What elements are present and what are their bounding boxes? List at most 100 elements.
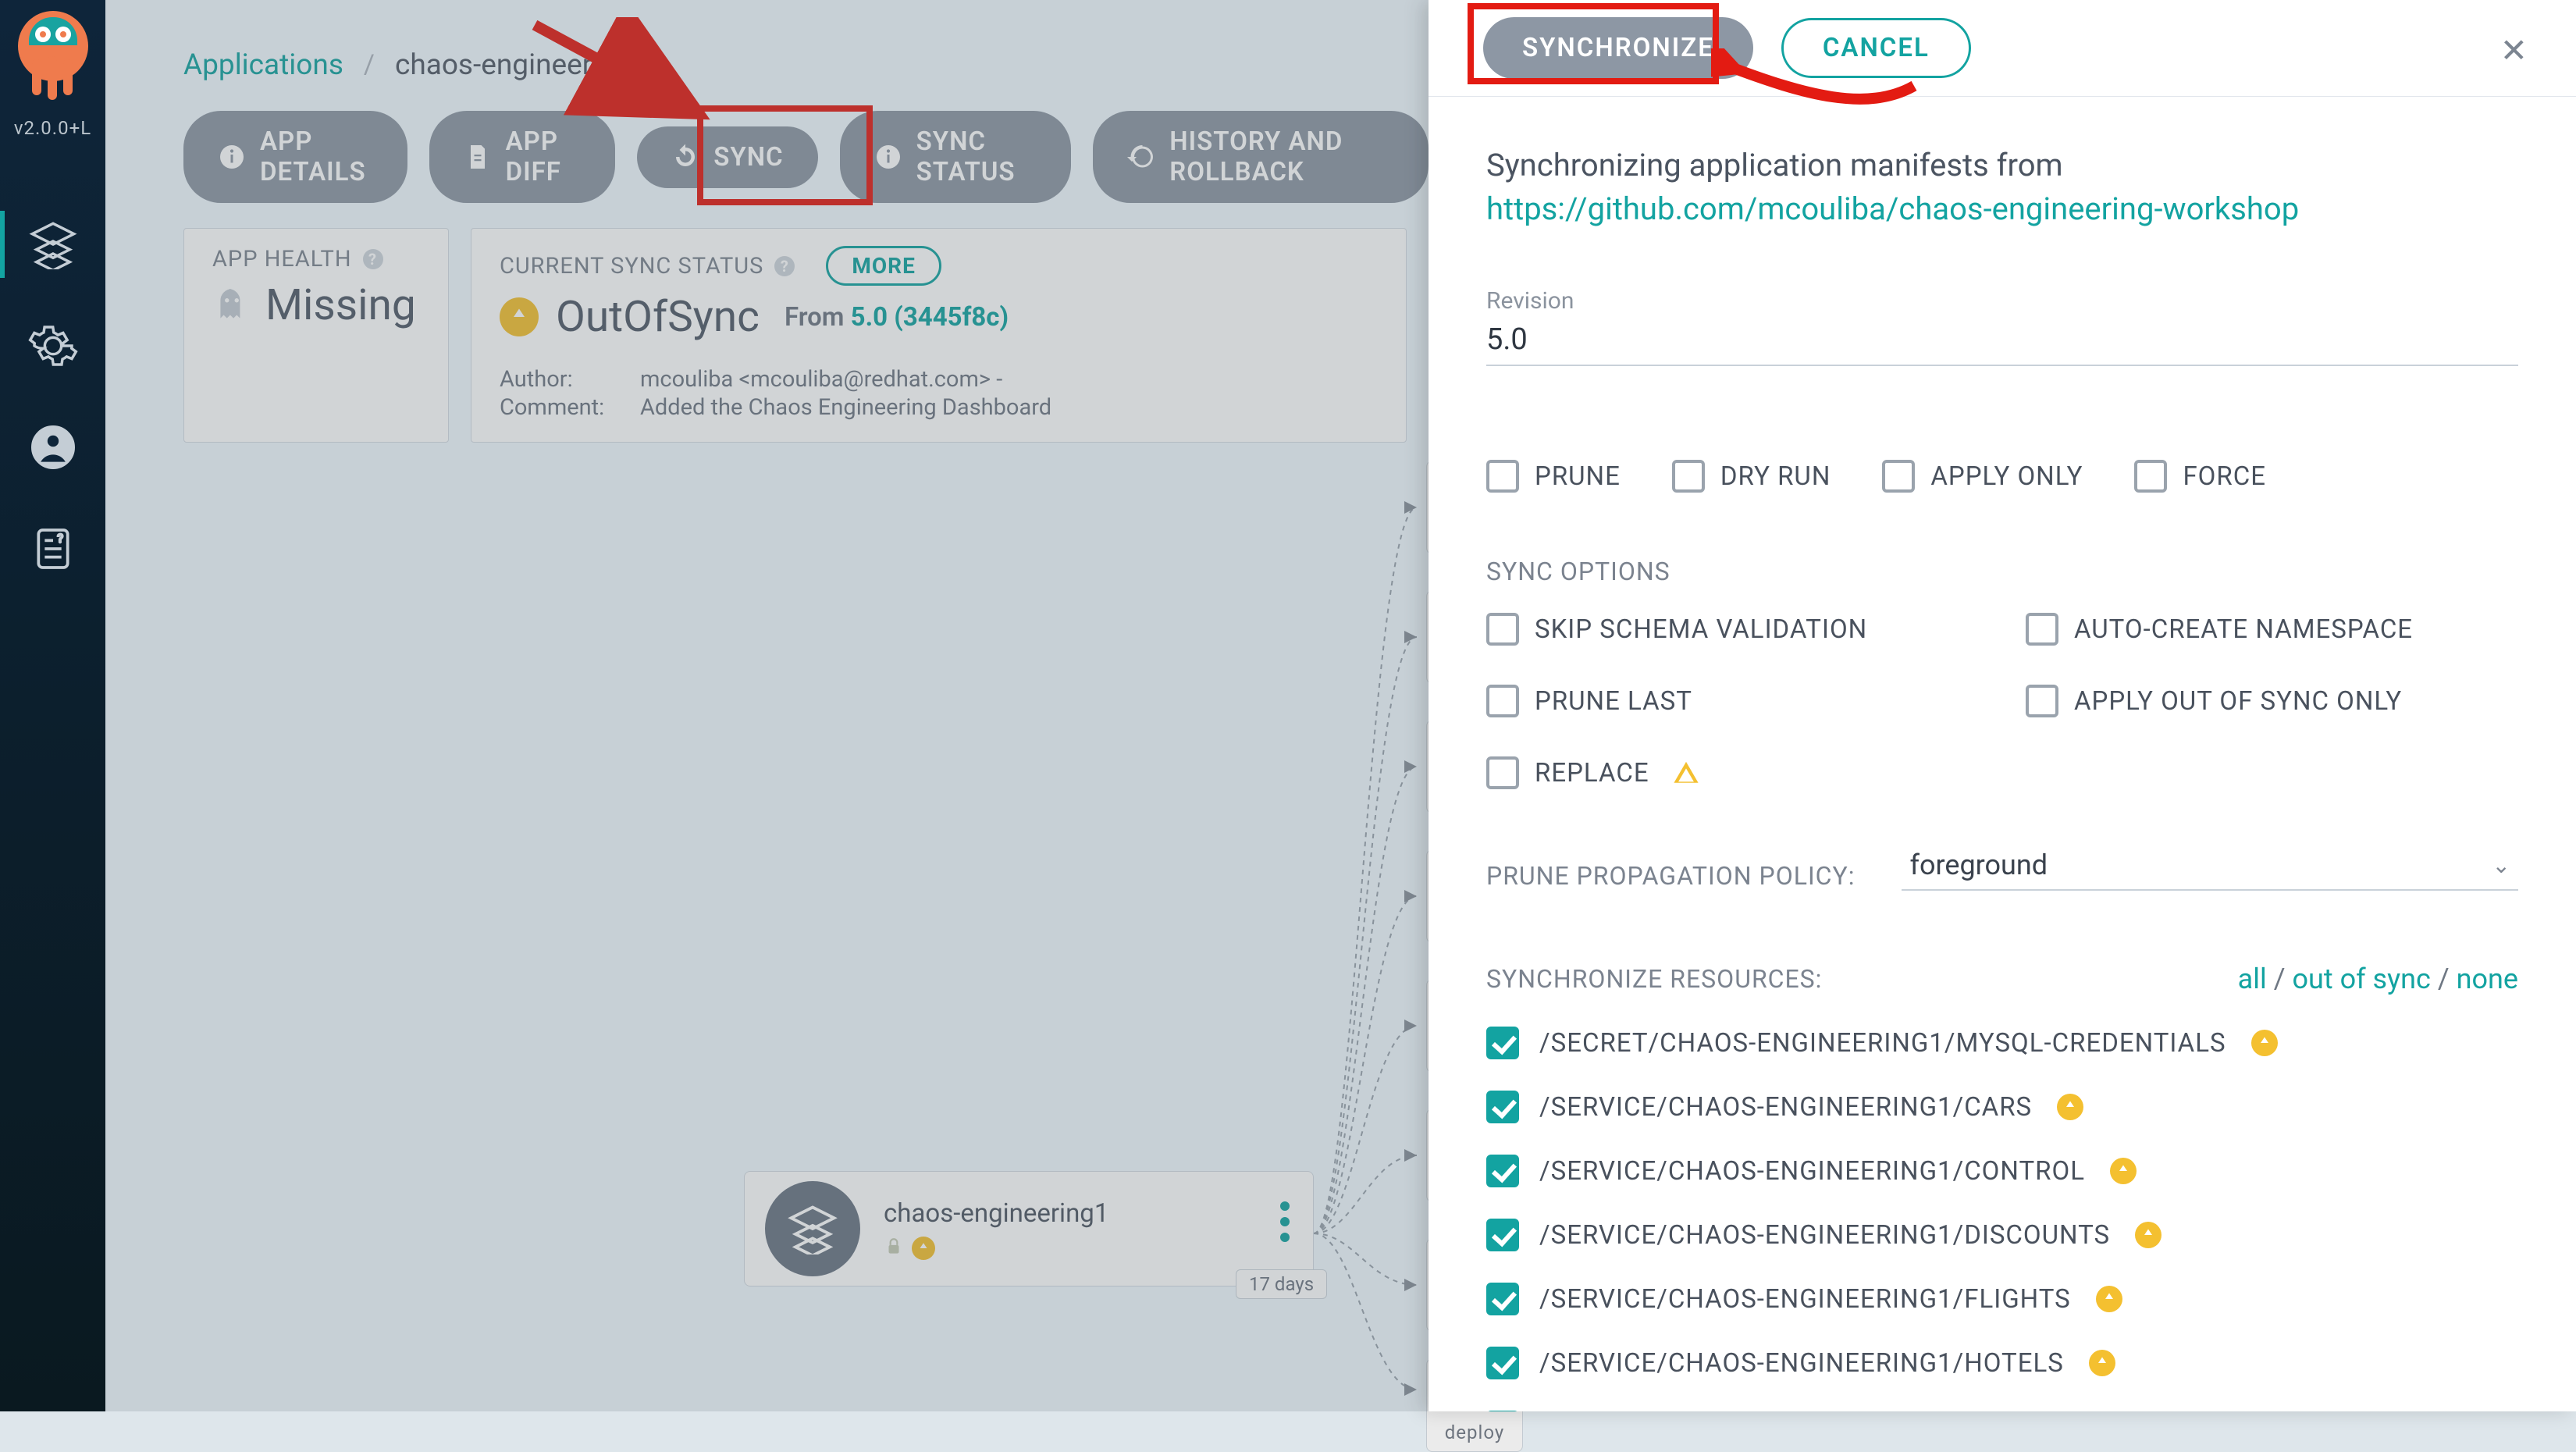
app-icon (765, 1181, 860, 1276)
prune-label: PRUNE (1535, 461, 1621, 492)
resource-row[interactable]: /SERVICE/CHAOS-ENGINEERING1/HOTELS (1486, 1347, 2518, 1379)
prune-checkbox[interactable]: PRUNE (1486, 460, 1621, 493)
side-nav: ? (0, 194, 105, 600)
sync-button[interactable]: SYNC (637, 126, 817, 188)
prune-policy-value: foreground (1909, 849, 2048, 881)
prune-policy-label: PRUNE PROPAGATION POLICY: (1486, 861, 1855, 891)
file-icon (464, 143, 492, 171)
out-of-sync-badge-icon (912, 1237, 935, 1260)
prune-last-checkbox[interactable]: PRUNE LAST (1486, 685, 1979, 717)
nav-docs[interactable]: ? (0, 498, 105, 600)
resource-checkbox[interactable] (1486, 1283, 1519, 1315)
close-icon[interactable]: ✕ (2500, 31, 2528, 70)
prune-last-label: PRUNE LAST (1535, 686, 1692, 717)
resource-row[interactable]: /SERVICE/CHAOS-ENGINEERING1/CONTROL (1486, 1155, 2518, 1187)
sync-panel: SYNCHRONIZE CANCEL ✕ Synchronizing appli… (1429, 0, 2576, 1411)
replace-label: REPLACE (1535, 758, 1649, 788)
apply-only-label: APPLY ONLY (1930, 461, 2083, 492)
more-button[interactable]: MORE (826, 246, 941, 286)
repo-link[interactable]: https://github.com/mcouliba/chaos-engine… (1486, 190, 2299, 227)
history-rollback-button[interactable]: HISTORY AND ROLLBACK (1093, 111, 1429, 203)
filter-all-link[interactable]: all (2238, 963, 2267, 995)
app-health-status: Missing (265, 280, 416, 330)
force-checkbox[interactable]: FORCE (2134, 460, 2266, 493)
breadcrumb-separator: / (364, 49, 375, 80)
resource-row[interactable]: /SERVICE/CHAOS-ENGINEERING1/CARS (1486, 1091, 2518, 1123)
filter-none-link[interactable]: none (2457, 963, 2518, 995)
docs-icon: ? (27, 523, 79, 575)
sync-panel-header: SYNCHRONIZE CANCEL ✕ (1429, 0, 2576, 97)
resource-checkbox[interactable] (1486, 1091, 1519, 1123)
resource-path: /SECRET/CHAOS-ENGINEERING1/MYSQL-CREDENT… (1539, 1028, 2226, 1059)
dry-run-checkbox[interactable]: DRY RUN (1672, 460, 1831, 493)
sync-status-value: OutOfSync (556, 292, 760, 342)
resource-checkbox[interactable] (1486, 1347, 1519, 1379)
breadcrumb-current: chaos-engineering1 (395, 48, 647, 82)
version-label: v2.0.0+L (14, 117, 91, 139)
skip-schema-checkbox[interactable]: SKIP SCHEMA VALIDATION (1486, 613, 1979, 646)
svg-text:?: ? (57, 531, 63, 546)
nav-applications[interactable] (0, 194, 105, 295)
filter-oos-link[interactable]: out of sync (2292, 963, 2430, 995)
app-diff-label: APP DIFF (506, 126, 582, 187)
breadcrumb-root-link[interactable]: Applications (183, 48, 343, 82)
resource-checkbox[interactable] (1486, 1155, 1519, 1187)
from-label: From (785, 302, 844, 333)
chevron-down-icon: ⌄ (2492, 852, 2510, 878)
apply-oos-label: APPLY OUT OF SYNC ONLY (2074, 686, 2402, 717)
apply-only-checkbox[interactable]: APPLY ONLY (1882, 460, 2083, 493)
resource-checkbox[interactable] (1486, 1027, 1519, 1059)
user-circle-icon (27, 422, 79, 473)
resource-path: /SERVICE/CHAOS-ENGINEERING1/DISCOUNTS (1539, 1220, 2110, 1251)
revision-label: Revision (1486, 287, 2518, 315)
out-of-sync-badge-icon (2135, 1222, 2161, 1248)
revision-input[interactable]: 5.0 (1486, 322, 2518, 357)
author-label: Author: (500, 365, 624, 393)
sync-label: SYNC (713, 142, 783, 173)
resource-row[interactable]: /SECRET/CHAOS-ENGINEERING1/MYSQL-CREDENT… (1486, 1027, 2518, 1059)
sync-status-button[interactable]: SYNC STATUS (840, 111, 1072, 203)
sync-status-title: CURRENT SYNC STATUS (500, 253, 763, 279)
resource-checkbox[interactable] (1486, 1219, 1519, 1251)
app-diff-button[interactable]: APP DIFF (429, 111, 616, 203)
left-sidebar: v2.0.0+L ? (0, 0, 105, 1411)
nav-settings[interactable] (0, 295, 105, 397)
resource-path: /SERVICE/CHAOS-ENGINEERING1/HOTELS (1539, 1348, 2064, 1379)
sync-resources-title: SYNCHRONIZE RESOURCES: (1486, 964, 1822, 994)
force-label: FORCE (2183, 461, 2266, 492)
history-rollback-label: HISTORY AND ROLLBACK (1169, 126, 1394, 187)
app-node-menu-button[interactable] (1280, 1201, 1290, 1242)
sync-status-label: SYNC STATUS (916, 126, 1037, 187)
lock-icon (884, 1237, 904, 1260)
synchronize-button[interactable]: SYNCHRONIZE (1483, 17, 1753, 79)
cancel-button[interactable]: CANCEL (1781, 18, 1971, 78)
prune-policy-select[interactable]: foreground ⌄ (1902, 849, 2518, 891)
sync-resources-filters: all / out of sync / none (2238, 963, 2518, 995)
info-circle-icon (218, 143, 246, 171)
out-of-sync-badge-icon (2089, 1350, 2115, 1376)
resource-row[interactable]: /SERVICE/CHAOS-ENGINEERING1/DISCOUNTS (1486, 1219, 2518, 1251)
resource-path: /SERVICE/CHAOS-ENGINEERING1/CONTROL (1539, 1156, 2085, 1187)
sync-options-title: SYNC OPTIONS (1486, 557, 2518, 586)
out-of-sync-badge-icon (2251, 1030, 2278, 1056)
resource-list: /SECRET/CHAOS-ENGINEERING1/MYSQL-CREDENT… (1486, 1027, 2518, 1411)
from-revision-link[interactable]: 5.0 (3445f8c) (851, 302, 1009, 333)
app-details-button[interactable]: APP DETAILS (183, 111, 407, 203)
skip-schema-label: SKIP SCHEMA VALIDATION (1535, 614, 1867, 645)
resource-row[interactable]: /SERVICE/CHAOS-ENGINEERING1/FLIGHTS (1486, 1283, 2518, 1315)
stack-icon (27, 219, 79, 270)
replace-checkbox[interactable]: REPLACE (1486, 756, 1979, 789)
help-icon[interactable]: ? (774, 256, 795, 276)
nav-user[interactable] (0, 397, 105, 498)
dry-run-label: DRY RUN (1720, 461, 1831, 492)
app-node-title: chaos-engineering1 (884, 1198, 1108, 1229)
app-root-node[interactable]: chaos-engineering1 (744, 1171, 1314, 1287)
apply-oos-checkbox[interactable]: APPLY OUT OF SYNC ONLY (2026, 685, 2518, 717)
help-icon[interactable]: ? (363, 249, 383, 269)
info-circle-icon (874, 143, 902, 171)
out-of-sync-icon (500, 297, 539, 336)
ghost-icon (212, 286, 251, 325)
sync-message-text: Synchronizing application manifests from (1486, 147, 2063, 183)
auto-ns-checkbox[interactable]: AUTO-CREATE NAMESPACE (2026, 613, 2518, 646)
auto-ns-label: AUTO-CREATE NAMESPACE (2074, 614, 2413, 645)
